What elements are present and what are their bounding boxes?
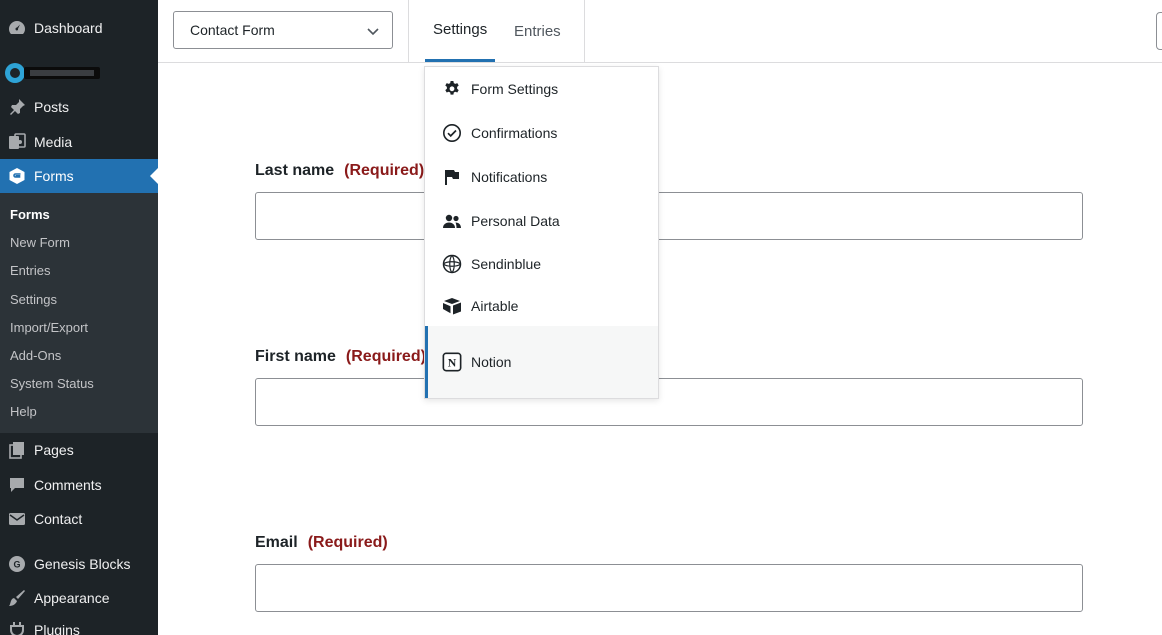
field-label-email: Email (Required) [255, 534, 388, 552]
gear-icon [442, 79, 462, 99]
media-icon [7, 132, 27, 152]
plugin-icon [7, 620, 27, 635]
submenu-item-system-status[interactable]: System Status [10, 376, 94, 391]
toolbar-right-button[interactable] [1156, 12, 1162, 50]
submenu-item-new-form[interactable]: New Form [10, 235, 70, 250]
menu-item-label: Sendinblue [471, 256, 542, 272]
first-name-input[interactable] [255, 378, 1083, 426]
sidebar-item-label: Plugins [34, 622, 80, 635]
field-label-text: First name [255, 348, 336, 365]
toolbar-divider [584, 0, 585, 62]
tab-settings[interactable]: Settings [425, 0, 496, 62]
pin-icon [7, 97, 27, 117]
dashboard-icon [7, 18, 27, 38]
sidebar-item-label: Appearance [34, 590, 110, 606]
menu-item-confirmations[interactable]: Confirmations [425, 118, 658, 148]
sidebar-item-label: Forms [34, 168, 74, 184]
submenu-item-add-ons[interactable]: Add-Ons [10, 348, 61, 363]
tab-entries[interactable]: Entries [506, 0, 569, 62]
sidebar-item-dashboard[interactable]: Dashboard [0, 11, 158, 45]
sidebar-item-posts[interactable]: Posts [0, 90, 158, 124]
sidebar-item-comments[interactable]: Comments [0, 468, 158, 502]
menu-item-personal-data[interactable]: Personal Data [425, 206, 658, 236]
submenu-item-help[interactable]: Help [10, 404, 37, 419]
field-label-text: Email [255, 534, 298, 551]
field-label-last-name: Last name (Required) [255, 162, 424, 180]
menu-item-label: Airtable [471, 298, 519, 314]
check-circle-icon [442, 123, 462, 143]
forms-icon [7, 166, 27, 186]
svg-text:G: G [13, 560, 20, 570]
sidebar-item-label: Comments [34, 477, 102, 493]
required-marker: (Required) [345, 348, 426, 365]
sidebar-item-label: Posts [34, 99, 70, 115]
form-switcher-select[interactable]: Contact Form [173, 11, 393, 49]
flag-icon [442, 167, 462, 187]
form-toolbar: Contact Form Settings Entries [158, 0, 1162, 63]
settings-dropdown-menu: Form Settings Confirmations Notification… [424, 66, 659, 399]
menu-item-label: Confirmations [471, 125, 558, 141]
pages-icon [7, 440, 27, 460]
sidebar-item-label: Genesis Blocks [34, 556, 131, 572]
sidebar-item-pages[interactable]: Pages [0, 433, 158, 467]
comment-icon [7, 475, 27, 495]
sendinblue-icon [442, 254, 462, 274]
airtable-icon [442, 296, 462, 316]
plugin-logo-icon[interactable] [4, 62, 100, 84]
menu-item-sendinblue[interactable]: Sendinblue [425, 249, 658, 279]
sidebar-item-forms[interactable]: Forms [0, 159, 158, 193]
submenu-item-forms[interactable]: Forms [10, 207, 50, 222]
menu-item-label: Form Settings [471, 81, 559, 97]
admin-sidebar: Dashboard Posts Media Forms Forms New Fo… [0, 0, 158, 635]
sidebar-item-label: Pages [34, 442, 74, 458]
sidebar-item-appearance[interactable]: Appearance [0, 581, 158, 615]
sidebar-item-label: Contact [34, 511, 83, 527]
sidebar-item-media[interactable]: Media [0, 125, 158, 159]
menu-item-label: Notion [471, 354, 512, 370]
sidebar-item-contact[interactable]: Contact [0, 502, 158, 536]
genesis-icon: G [7, 554, 27, 574]
field-label-first-name: First name (Required) [255, 348, 426, 366]
brush-icon [7, 588, 27, 608]
notion-icon: N [442, 352, 462, 372]
submenu-item-settings[interactable]: Settings [10, 292, 57, 307]
required-marker: (Required) [307, 534, 388, 551]
last-name-input[interactable] [255, 192, 1083, 240]
menu-item-label: Personal Data [471, 213, 560, 229]
menu-item-notion[interactable]: N Notion [425, 326, 658, 398]
sidebar-item-label: Media [34, 134, 73, 150]
form-switcher-value: Contact Form [190, 22, 275, 38]
sidebar-item-genesis-blocks[interactable]: G Genesis Blocks [0, 547, 158, 581]
sidebar-item-label: Dashboard [34, 20, 103, 36]
forms-submenu: Forms New Form Entries Settings Import/E… [0, 193, 158, 433]
toolbar-divider [408, 0, 409, 62]
submenu-item-entries[interactable]: Entries [10, 263, 50, 278]
mail-icon [7, 509, 27, 529]
menu-item-form-settings[interactable]: Form Settings [425, 74, 658, 104]
email-input[interactable] [255, 564, 1083, 612]
menu-item-label: Notifications [471, 169, 548, 185]
menu-item-airtable[interactable]: Airtable [425, 291, 658, 321]
submenu-item-import-export[interactable]: Import/Export [10, 320, 88, 335]
field-label-text: Last name [255, 162, 335, 179]
chevron-down-icon [366, 24, 380, 41]
menu-item-notifications[interactable]: Notifications [425, 162, 658, 192]
required-marker: (Required) [344, 162, 425, 179]
svg-text:N: N [448, 356, 457, 370]
sidebar-item-plugins[interactable]: Plugins [0, 613, 158, 635]
people-icon [442, 211, 462, 231]
